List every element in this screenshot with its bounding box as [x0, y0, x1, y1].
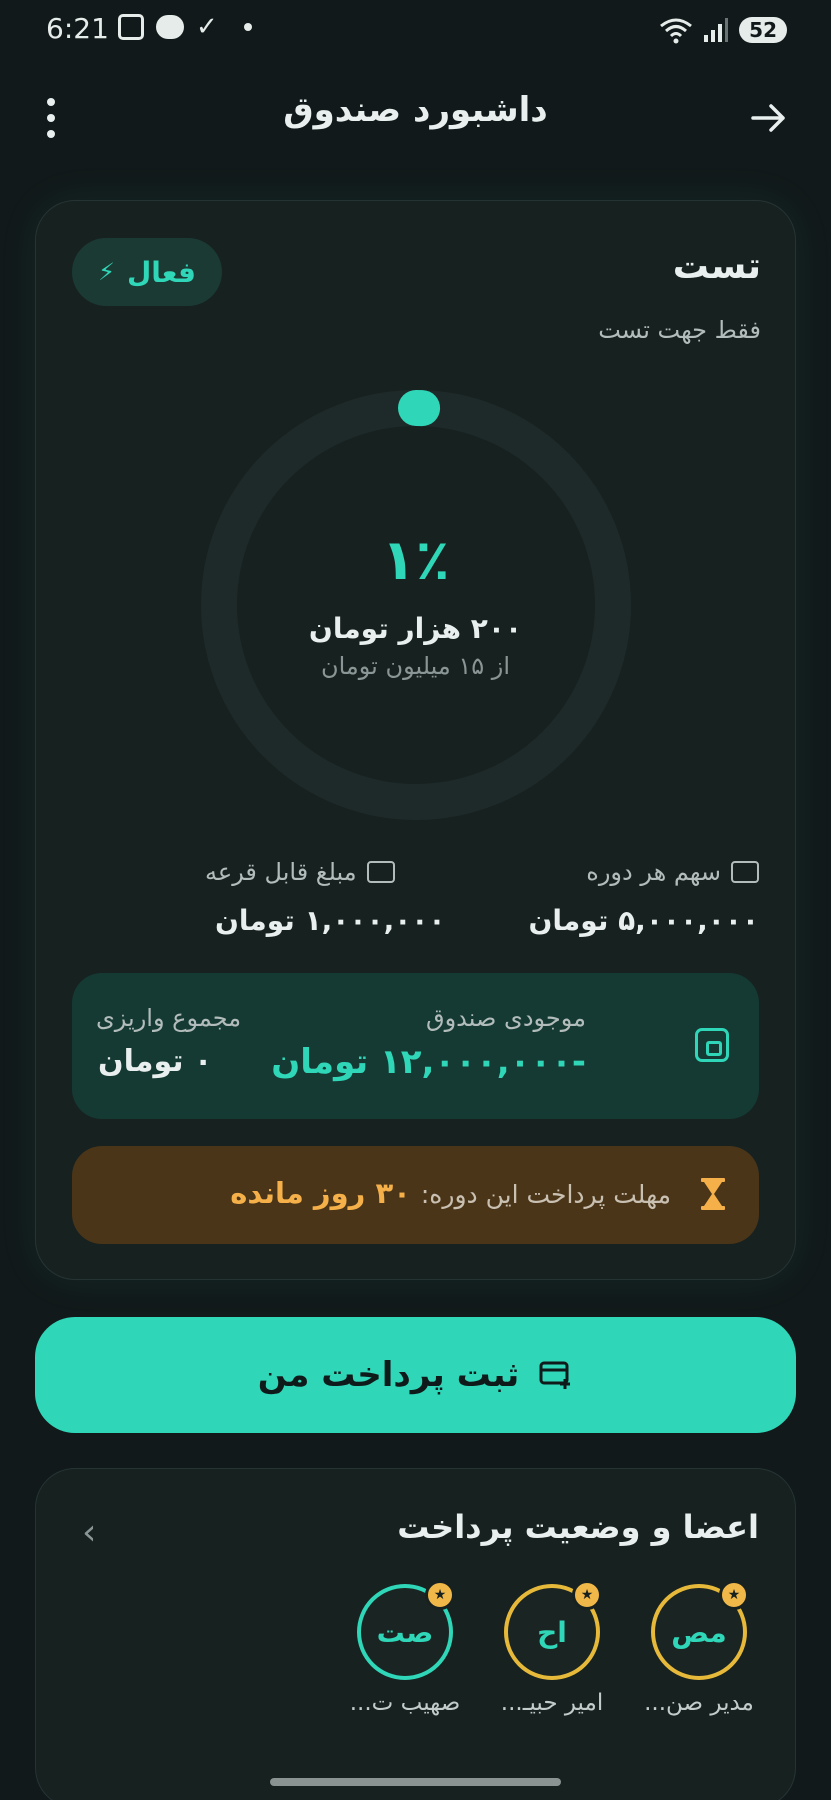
status-label: فعال — [126, 255, 196, 289]
arrow-right-icon[interactable] — [747, 96, 791, 140]
prize-value: ۱,۰۰۰,۰۰۰ تومان — [215, 904, 446, 937]
page-title: داشبورد صندوق — [283, 90, 548, 130]
deadline-value: ۳۰ روز مانده — [230, 1176, 411, 1210]
home-indicator[interactable] — [270, 1778, 561, 1786]
share-label: سهم هر دوره — [586, 858, 721, 886]
deadline-text: مهلت پرداخت این دوره: ۳۰ روز مانده — [230, 1176, 671, 1210]
wifi-icon — [660, 18, 693, 44]
progress-total: از ۱۵ میلیون تومان — [320, 652, 511, 680]
hourglass-icon — [701, 1178, 725, 1210]
card-add-icon — [539, 1361, 571, 1389]
submit-payment-button[interactable]: ثبت پرداخت من — [35, 1317, 796, 1433]
star-icon: ★ — [719, 1580, 749, 1610]
fund-balance-label: موجودی صندوق — [425, 1004, 586, 1032]
avatar-initials: اح — [537, 1615, 567, 1649]
progress-percent: ۱٪ — [381, 528, 450, 593]
avatar: مص ★ — [651, 1580, 749, 1680]
gift-icon — [366, 861, 395, 883]
member-item[interactable]: مص ★ مدیر صن... — [634, 1580, 764, 1716]
members-title: اعضا و وضعیت پرداخت — [397, 1508, 759, 1546]
bolt-icon: ⚡ — [98, 258, 115, 286]
avatar: اح ★ — [504, 1580, 602, 1680]
status-icons-right: 52 — [659, 16, 787, 44]
deadline-label: مهلت پرداخت این دوره: — [420, 1180, 671, 1209]
fund-name: تست — [672, 246, 761, 287]
share-per-period: سهم هر دوره — [586, 858, 759, 886]
share-value: ۵,۰۰۰,۰۰۰ تومان — [528, 904, 759, 937]
member-item[interactable]: اح ★ امیر حبیـ... — [487, 1580, 617, 1716]
progress-amount: ۲۰۰ هزار تومان — [308, 612, 523, 645]
prize-label: مبلغ قابل قرعه — [205, 858, 357, 886]
battery-icon: 52 — [739, 17, 787, 43]
submit-payment-label: ثبت پرداخت من — [257, 1355, 520, 1395]
prize-amount: مبلغ قابل قرعه — [205, 858, 395, 886]
total-deposit-label: مجموع واریزی — [96, 1004, 242, 1032]
screenshot-icon — [118, 14, 144, 40]
progress-ring — [201, 390, 631, 820]
fund-balance-value: -۱۲,۰۰۰,۰۰۰ تومان — [271, 1042, 586, 1082]
avatar-initials: صت — [376, 1615, 434, 1649]
fund-description: فقط جهت تست — [598, 316, 761, 344]
wallet-icon — [695, 1028, 729, 1062]
signal-icon — [704, 18, 729, 42]
chevron-left-icon[interactable]: ‹ — [82, 1512, 96, 1553]
member-item[interactable]: صت ★ صهیب ت... — [340, 1580, 470, 1716]
avatar: صت ★ — [357, 1580, 455, 1680]
star-icon: ★ — [572, 1580, 602, 1610]
avatar-initials: مص — [671, 1615, 727, 1649]
cash-icon — [731, 861, 759, 883]
status-time: 6:21 — [46, 12, 109, 45]
chat-icon — [156, 15, 184, 39]
member-name: صهیب ت... — [349, 1690, 461, 1716]
member-name: مدیر صن... — [644, 1690, 754, 1716]
dot-icon — [244, 23, 252, 31]
total-deposit-value: ۰ تومان — [98, 1044, 213, 1079]
star-icon: ★ — [425, 1580, 455, 1610]
member-name: امیر حبیـ... — [500, 1690, 604, 1716]
status-badge: فعال ⚡ — [72, 238, 222, 306]
check-icon: ✓ — [196, 12, 218, 42]
status-icons-left: ✓ — [118, 14, 252, 40]
